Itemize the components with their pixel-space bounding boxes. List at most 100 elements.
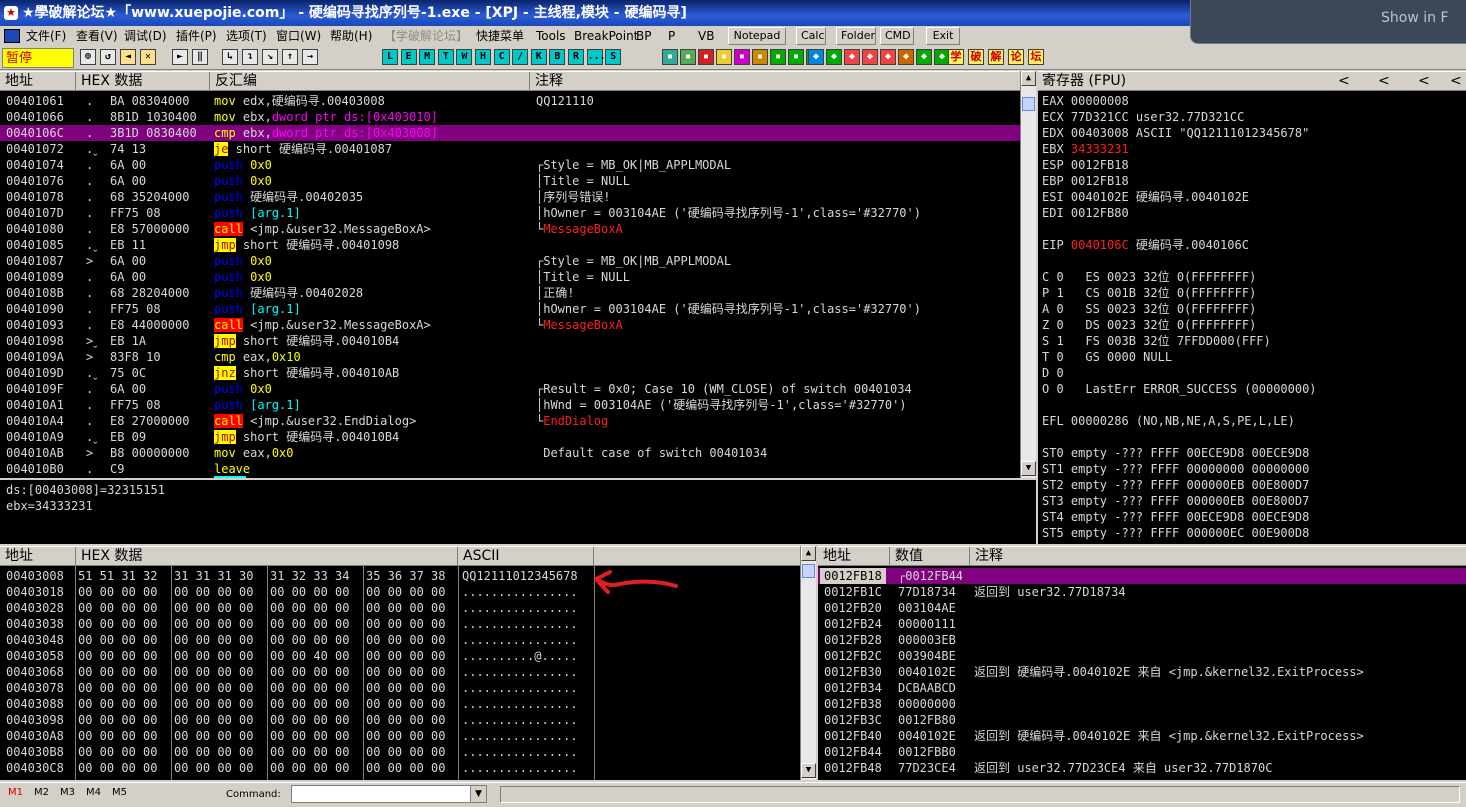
menu-button[interactable]: Folder — [836, 27, 876, 45]
dump-row[interactable]: 00403008 51 51 31 32 31 31 31 30 31 32 33 3… — [0, 568, 800, 584]
xuepojie-tool-button[interactable]: 破 — [968, 49, 984, 65]
window-title-bar[interactable]: ★ ★學破解论坛★「www.xuepojie.com」 - 硬编码寻找序列号-1… — [0, 0, 1190, 26]
tool-icon[interactable]: ▪ — [680, 49, 696, 65]
register-line[interactable] — [1042, 253, 1462, 269]
register-line[interactable]: ST5 empty -??? FFFF 000000EC 00E900D8 — [1042, 525, 1462, 541]
menu-button[interactable]: Calc — [796, 27, 826, 45]
tool-icon[interactable]: ▪ — [716, 49, 732, 65]
register-line[interactable]: EBX 34333231 — [1042, 141, 1462, 157]
stack-row[interactable]: 0012FB1C 77D18734 返回到 user32.77D18734 — [818, 584, 1466, 600]
disasm-row[interactable]: 0040109D .ˬ 75 0C jnz short 硬编码寻.004010AB — [0, 365, 1020, 381]
dump-row[interactable]: 004030A8 00 00 00 00 00 00 00 00 00 00 00 0… — [0, 728, 800, 744]
xuepojie-tool-button[interactable]: 解 — [988, 49, 1004, 65]
memory-dump-pane[interactable]: 地址 HEX 数据 ASCII 00403008 51 51 31 32 31 31… — [0, 546, 816, 780]
debug-tool-icon[interactable]: ↴ — [242, 49, 258, 65]
dump-row[interactable]: 00403098 00 00 00 00 00 00 00 00 00 00 00 0… — [0, 712, 800, 728]
xuepojie-tool-button[interactable]: 学 — [948, 49, 964, 65]
disasm-row[interactable]: 00401087 >6A 00 push 0x0 ┌Style = MB_OK|MB_… — [0, 253, 1020, 269]
register-line[interactable] — [1042, 429, 1462, 445]
debug-tool-icon[interactable]: → — [302, 49, 318, 65]
tool-icon[interactable]: ▪ — [788, 49, 804, 65]
registers-pane[interactable]: 寄存器 (FPU) < < < < EAX 00000008 ECX 77D321… — [1038, 71, 1466, 544]
disasm-row[interactable]: 00401072 .ˬ 74 13 je short 硬编码寻.00401087 — [0, 141, 1020, 157]
register-line[interactable]: ECX 77D321CC user32.77D321CC — [1042, 109, 1462, 125]
disasm-row[interactable]: 004010A1. FF75 08 push [arg.1] │hWnd = 0031… — [0, 397, 1020, 413]
register-line[interactable]: ST1 empty -??? FFFF 00000000 00000000 — [1042, 461, 1462, 477]
prev-arrow-icon[interactable]: < — [1338, 72, 1350, 91]
register-line[interactable]: ESI 0040102E 硬编码寻.0040102E — [1042, 189, 1462, 205]
window-toggle-button[interactable]: E — [400, 49, 417, 65]
stack-row[interactable]: 0012FB48 77D23CE4 返回到 user32.77D23CE4 来自 u… — [818, 760, 1466, 776]
col-address[interactable]: 地址 — [0, 547, 76, 566]
menu-item[interactable]: 【学破解论坛】 — [384, 28, 468, 44]
menu-item[interactable]: BP — [636, 28, 651, 44]
dump-row[interactable]: 004030B8 00 00 00 00 00 00 00 00 00 00 00 0… — [0, 744, 800, 760]
menu-item[interactable]: 插件(P) — [176, 28, 217, 44]
col-comment[interactable]: 注释 — [530, 72, 1020, 91]
stack-row[interactable]: 0012FB30 0040102E 返回到 硬编码寻.0040102E 来自 <jm… — [818, 664, 1466, 680]
register-line[interactable]: D 0 — [1042, 365, 1462, 381]
window-toggle-button[interactable]: T — [437, 49, 454, 65]
register-line[interactable]: S 1 FS 003B 32位 7FFDD000(FFF) — [1042, 333, 1462, 349]
menu-button[interactable]: Exit — [926, 27, 960, 45]
notification-popup[interactable]: Show in F — [1190, 0, 1466, 44]
stack-row[interactable]: 0012FB34 DCBAABCD — [818, 680, 1466, 696]
stack-row[interactable]: 0012FB18 ┌0012FB44 — [818, 568, 1466, 584]
menu-item[interactable]: VB — [698, 28, 714, 44]
disasm-row[interactable]: 00401089. 6A 00 push 0x0 │Title = NULL — [0, 269, 1020, 285]
stack-row[interactable]: 0012FB3C 0012FB80 — [818, 712, 1466, 728]
window-toggle-button[interactable]: S — [605, 49, 622, 65]
menu-item[interactable]: 帮助(H) — [330, 28, 372, 44]
menu-item[interactable]: 快捷菜单 — [476, 28, 524, 44]
dump-row[interactable]: 00403038 00 00 00 00 00 00 00 00 00 00 00 0… — [0, 616, 800, 632]
register-line[interactable]: ST4 empty -??? FFFF 00ECE9D8 00ECE9D8 — [1042, 509, 1462, 525]
dump-row[interactable]: 00403078 00 00 00 00 00 00 00 00 00 00 00 0… — [0, 680, 800, 696]
debug-tool-icon[interactable]: ↺ — [100, 49, 116, 65]
plugin-icon[interactable]: ◆ — [916, 49, 932, 65]
register-line[interactable]: A 0 SS 0023 32位 0(FFFFFFFF) — [1042, 301, 1462, 317]
stack-row[interactable]: 0012FB38 00000000 — [818, 696, 1466, 712]
dump-row[interactable]: 00403068 00 00 00 00 00 00 00 00 00 00 00 0… — [0, 664, 800, 680]
register-line[interactable]: EBP 0012FB18 — [1042, 173, 1462, 189]
disasm-row[interactable]: 0040109F. 6A 00 push 0x0 ┌Result = 0x0; Cas… — [0, 381, 1020, 397]
debug-tool-icon[interactable]: ◄ — [120, 49, 136, 65]
disasm-row[interactable]: 00401098 >ˬ EB 1A jmp short 硬编码寻.004010B4 — [0, 333, 1020, 349]
disassembly-pane[interactable]: 地址 HEX 数据 反汇编 注释 00401061. BA 08304000 mov… — [0, 71, 1036, 478]
window-toggle-button[interactable]: M — [419, 49, 436, 65]
disasm-row[interactable]: 0040108B. 68 28204000 push 硬编码寻.00402028 │正… — [0, 285, 1020, 301]
stack-row[interactable]: 0012FB44 0012FBB0 — [818, 744, 1466, 760]
debug-tool-icon[interactable]: ► — [172, 49, 188, 65]
register-line[interactable]: ST0 empty -??? FFFF 00ECE9D8 00ECE9D8 — [1042, 445, 1462, 461]
app-menu-icon[interactable] — [4, 29, 20, 43]
register-line[interactable]: C 0 ES 0023 32位 0(FFFFFFFF) — [1042, 269, 1462, 285]
disasm-row[interactable]: 004010A4. E8 27000000 call <jmp.&user32.En… — [0, 413, 1020, 429]
plugin-icon[interactable]: ◆ — [826, 49, 842, 65]
register-line[interactable]: ST2 empty -??? FFFF 000000EB 00E800D7 — [1042, 477, 1462, 493]
disasm-row[interactable]: 0040107D. FF75 08 push [arg.1] │hOwner = 00… — [0, 205, 1020, 221]
memory-tab[interactable]: M4 — [86, 787, 101, 798]
window-toggle-button[interactable]: R — [568, 49, 584, 65]
prev-arrow-icon[interactable]: < — [1450, 72, 1462, 91]
register-line[interactable]: P 1 CS 001B 32位 0(FFFFFFFF) — [1042, 285, 1462, 301]
menu-item[interactable]: Tools — [536, 28, 566, 44]
window-toggle-button[interactable]: K — [530, 49, 547, 65]
stack-pane[interactable]: 地址 数值 注释 0012FB18 ┌0012FB44 0012FB1C 77D187… — [818, 546, 1466, 780]
register-line[interactable]: EDI 0012FB80 — [1042, 205, 1462, 221]
col-value[interactable]: 数值 — [890, 547, 970, 566]
disasm-row[interactable]: 004010B0. C9 leave — [0, 461, 1020, 477]
window-toggle-button[interactable]: ... — [586, 49, 606, 65]
debug-tool-icon[interactable]: ↘ — [262, 49, 278, 65]
plugin-icon[interactable]: ◆ — [808, 49, 824, 65]
register-line[interactable] — [1042, 221, 1462, 237]
window-toggle-button[interactable]: C — [493, 49, 510, 65]
disasm-row[interactable]: 0040109A >83F8 10 cmp eax,0x10 — [0, 349, 1020, 365]
stack-row[interactable]: 0012FB2C 003904BE — [818, 648, 1466, 664]
plugin-icon[interactable]: ◆ — [844, 49, 860, 65]
register-line[interactable]: ESP 0012FB18 — [1042, 157, 1462, 173]
command-input[interactable]: ▼ — [291, 785, 487, 803]
xuepojie-tool-button[interactable]: 论 — [1008, 49, 1024, 65]
disasm-row[interactable]: 0040106C. 3B1D 0830400 cmp ebx,dword ptr d… — [0, 125, 1020, 141]
register-line[interactable]: O 0 LastErr ERROR_SUCCESS (00000000) — [1042, 381, 1462, 397]
dump-row[interactable]: 00403058 00 00 00 00 00 00 00 00 00 00 40 0… — [0, 648, 800, 664]
tool-icon[interactable]: ▪ — [734, 49, 750, 65]
